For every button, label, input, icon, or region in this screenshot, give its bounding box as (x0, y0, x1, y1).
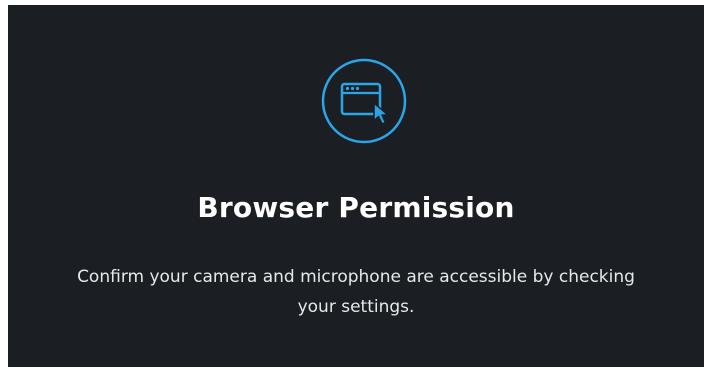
dialog-title: Browser Permission (197, 191, 515, 224)
permission-panel: Browser Permission Confirm your camera a… (8, 5, 704, 367)
browser-window-cursor-icon (321, 58, 407, 144)
dialog-description: Confirm your camera and microphone are a… (77, 267, 635, 317)
